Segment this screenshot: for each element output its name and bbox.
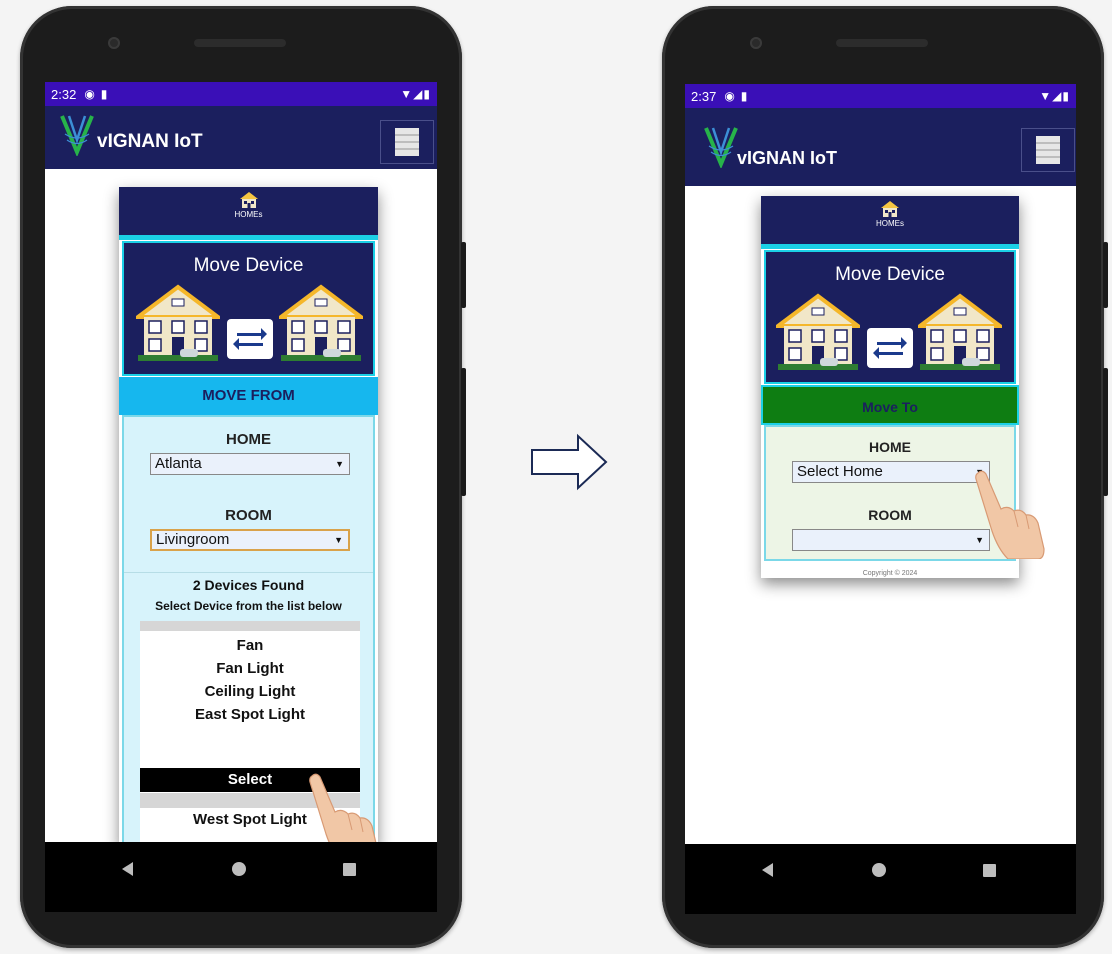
sim-icon: ▮	[100, 87, 108, 101]
form-divider	[124, 572, 373, 573]
power-button	[461, 242, 466, 308]
target-house-icon	[918, 293, 1002, 370]
devices-hint: Select Device from the list below	[155, 599, 342, 613]
swap-arrows-icon	[873, 337, 907, 359]
nav-back-icon[interactable]	[762, 863, 773, 877]
volume-button	[461, 368, 466, 496]
home-label: HOME	[869, 439, 911, 455]
nav-home-icon[interactable]	[872, 863, 886, 877]
chevron-down-icon: ▼	[335, 459, 344, 469]
move-to-bar: Move To	[761, 385, 1019, 425]
banner-title: Move Device	[193, 255, 304, 276]
signal-battery-icon: ▼◢▮	[400, 87, 431, 101]
homes-nav-button[interactable]: HOMEs	[761, 196, 1019, 244]
v-logo-icon	[60, 115, 94, 156]
front-camera	[108, 37, 120, 49]
homes-house-icon	[239, 192, 258, 208]
room-select[interactable]: ▼	[792, 529, 990, 551]
cyan-strip	[119, 235, 378, 240]
notification-icon: ◉	[84, 87, 95, 101]
nav-back-icon[interactable]	[122, 862, 133, 876]
app-title: vIGNAN IoT	[97, 131, 203, 152]
target-house-icon	[279, 284, 363, 361]
move-device-banner: Move Device	[764, 250, 1016, 384]
device-list-item[interactable]: Ceiling Light	[140, 683, 360, 700]
swap-arrows-icon	[233, 328, 267, 350]
source-house-icon	[136, 284, 220, 361]
nav-recent-icon[interactable]	[983, 864, 996, 877]
nav-recent-icon[interactable]	[343, 863, 356, 876]
power-button	[1103, 242, 1108, 308]
signal-battery-icon: ▼◢▮	[1039, 89, 1070, 103]
source-house-icon	[776, 293, 860, 370]
sim-icon: ▮	[740, 89, 748, 103]
homes-label: HOMEs	[876, 219, 904, 228]
homes-nav-button[interactable]: HOMEs	[119, 187, 378, 235]
cyan-strip	[761, 244, 1019, 249]
app-title: vIGNAN IoT	[737, 148, 838, 168]
left-screen: 2:32 ◉ ▮ ▼◢▮ vIGNAN IoT HOMEs Move Devic…	[45, 82, 437, 912]
device-list-item[interactable]: Fan	[140, 637, 360, 654]
status-time: 2:37	[691, 88, 717, 104]
home-select-value: Select Home	[797, 463, 883, 480]
move-device-banner: Move Device	[122, 241, 375, 376]
notification-icon: ◉	[724, 89, 735, 103]
flow-arrow-icon	[531, 433, 608, 491]
hamburger-menu-icon	[395, 128, 419, 156]
left-phone: 2:32 ◉ ▮ ▼◢▮ vIGNAN IoT HOMEs Move Devic…	[20, 6, 466, 948]
hamburger-menu-icon	[1036, 136, 1060, 164]
copyright-text: Copyright © 2024	[862, 570, 918, 577]
swap-button	[867, 328, 913, 368]
home-label: HOME	[226, 431, 271, 448]
move-from-bar: MOVE FROM	[119, 377, 378, 415]
android-nav-bar	[45, 842, 437, 912]
right-screen: 2:37 ◉ ▮ ▼◢▮ vIGNAN IoT HOMEs Move Devic…	[685, 84, 1076, 914]
devices-found-count: 2 Devices Found	[192, 577, 305, 593]
nav-home-icon[interactable]	[232, 862, 246, 876]
room-select[interactable]: Livingroom ▼	[150, 529, 350, 551]
volume-button	[1103, 368, 1108, 496]
listbox-top-bar	[140, 621, 360, 631]
home-select[interactable]: Atlanta ▼	[150, 453, 350, 475]
homes-house-icon	[881, 201, 899, 217]
right-phone: 2:37 ◉ ▮ ▼◢▮ vIGNAN IoT HOMEs Move Devic…	[662, 6, 1108, 948]
front-camera	[750, 37, 762, 49]
swap-button	[227, 319, 273, 359]
chevron-down-icon: ▼	[334, 535, 343, 545]
hamburger-menu-button[interactable]	[1021, 128, 1075, 172]
hamburger-menu-button[interactable]	[380, 120, 434, 164]
banner-title: Move Device	[835, 264, 945, 285]
status-bar: 2:37 ◉ ▮ ▼◢▮	[685, 84, 1076, 108]
android-nav-bar	[685, 844, 1076, 914]
app-header: vIGNAN IoT	[685, 108, 1076, 186]
homes-label: HOMEs	[234, 210, 263, 219]
home-select-value: Atlanta	[155, 455, 202, 472]
room-label: ROOM	[225, 507, 272, 524]
home-select[interactable]: Select Home ▼	[792, 461, 990, 483]
tap-hand-icon	[975, 470, 1045, 559]
app-header: vIGNAN IoT	[45, 106, 437, 169]
status-time: 2:32	[51, 86, 77, 102]
status-bar: 2:32 ◉ ▮ ▼◢▮	[45, 82, 437, 106]
device-list-item[interactable]: Fan Light	[140, 660, 360, 677]
earpiece-speaker	[836, 39, 928, 47]
device-list-item[interactable]: East Spot Light	[140, 706, 360, 723]
move-device-card: HOMEs Move Device	[119, 187, 378, 849]
room-select-value: Livingroom	[156, 531, 230, 548]
earpiece-speaker	[194, 39, 286, 47]
v-logo-icon	[704, 127, 738, 168]
